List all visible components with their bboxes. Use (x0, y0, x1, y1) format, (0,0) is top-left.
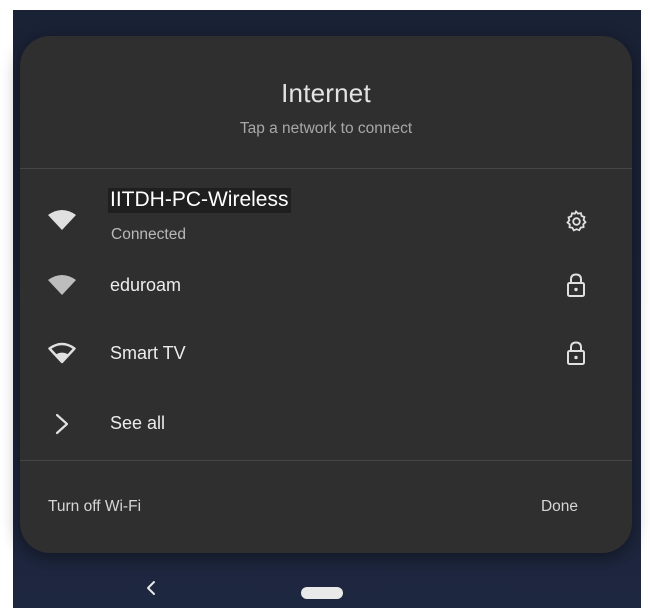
network-row-iitdh-pc-wireless[interactable]: IITDH-PC-Wireless Connected (20, 186, 632, 256)
network-name: IITDH-PC-Wireless (108, 188, 291, 213)
panel-title: Internet (281, 78, 371, 108)
wifi-signal-full-icon (46, 208, 78, 232)
navigation-bar (13, 570, 641, 608)
back-chevron-icon[interactable] (143, 578, 159, 598)
network-name: eduroam (110, 275, 182, 295)
lock-icon (564, 340, 588, 366)
see-all-row[interactable]: See all (20, 398, 632, 450)
lock-icon (564, 272, 588, 298)
network-row-smart-tv[interactable]: Smart TV (20, 329, 632, 381)
settings-gear-icon[interactable] (564, 208, 588, 234)
turn-off-wifi-button[interactable]: Turn off Wi-Fi (48, 498, 141, 516)
network-name: Smart TV (110, 343, 186, 363)
panel-subtitle: Tap a network to connect (239, 120, 413, 137)
network-row-eduroam[interactable]: eduroam (20, 261, 632, 313)
internet-panel: Internet Tap a network to connect IITDH-… (20, 36, 632, 553)
footer-divider (20, 460, 632, 461)
wifi-signal-full-icon (46, 273, 78, 297)
done-button[interactable]: Done (541, 498, 578, 516)
wifi-signal-partial-icon (46, 341, 78, 365)
see-all-label: See all (110, 413, 166, 433)
network-status: Connected (111, 226, 186, 243)
home-pill-icon[interactable] (301, 587, 343, 599)
screen: Internet Tap a network to connect IITDH-… (0, 0, 650, 608)
header-divider (20, 168, 632, 169)
chevron-right-icon (52, 412, 72, 436)
